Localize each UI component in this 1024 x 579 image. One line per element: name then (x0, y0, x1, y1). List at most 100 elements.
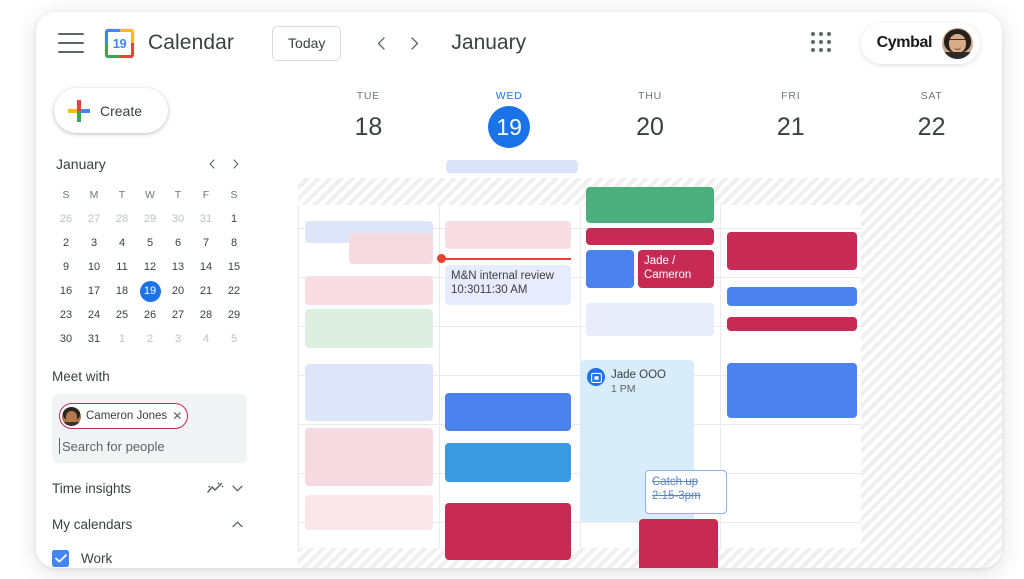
mini-calendar-day[interactable]: 4 (108, 231, 136, 255)
event-block[interactable] (727, 363, 857, 418)
event-block[interactable] (727, 317, 857, 331)
day-number[interactable]: 22 (911, 106, 953, 148)
mini-calendar-day[interactable]: 28 (108, 207, 136, 231)
mini-calendar-day[interactable]: 15 (220, 255, 248, 279)
event-block[interactable] (445, 443, 571, 482)
hamburger-menu-icon[interactable] (58, 33, 84, 53)
time-insights-row[interactable]: Time insights (52, 471, 248, 507)
mini-calendar-day[interactable]: 20 (164, 279, 192, 303)
mini-calendar-prev-button[interactable] (200, 153, 224, 175)
mini-calendar-day[interactable]: 2 (136, 327, 164, 351)
mini-calendar-day[interactable]: 1 (220, 207, 248, 231)
mini-calendar-day[interactable]: 22 (220, 279, 248, 303)
person-chip-cameron-jones[interactable]: Cameron Jones ✕ (59, 403, 189, 429)
event-block[interactable] (305, 309, 433, 348)
day-header-sat[interactable]: SAT 22 (861, 74, 1002, 158)
chevron-down-icon[interactable] (226, 478, 248, 500)
day-number[interactable]: 21 (770, 106, 812, 148)
mini-calendar-day[interactable]: 11 (108, 255, 136, 279)
today-button[interactable]: Today (272, 25, 342, 61)
mini-calendar-day[interactable]: 6 (164, 231, 192, 255)
mini-calendar-day[interactable]: 30 (164, 207, 192, 231)
mini-calendar-day[interactable]: 21 (192, 279, 220, 303)
mini-calendar-day[interactable]: 3 (80, 231, 108, 255)
mini-calendar-day[interactable]: 19 (136, 279, 164, 303)
day-number[interactable]: 20 (629, 106, 671, 148)
event-title: Jade / Cameron (644, 255, 692, 281)
mini-calendar-day[interactable]: 5 (220, 327, 248, 351)
mini-calendar-day[interactable]: 16 (52, 279, 80, 303)
mini-calendar-day[interactable]: 1 (108, 327, 136, 351)
event-block[interactable] (586, 250, 634, 288)
mini-calendar-day[interactable]: 14 (192, 255, 220, 279)
my-calendars-row[interactable]: My calendars (52, 507, 248, 543)
google-calendar-logo-icon: 19 (105, 28, 134, 58)
mini-calendar-day[interactable]: 9 (52, 255, 80, 279)
next-period-button[interactable] (401, 29, 429, 57)
event-mn-internal-review[interactable]: M&N internal review 10:3011:30 AM (445, 265, 571, 305)
mini-calendar-day[interactable]: 12 (136, 255, 164, 279)
event-block[interactable] (727, 232, 857, 270)
mini-calendar-today[interactable]: 19 (139, 280, 161, 302)
mini-calendar-day[interactable]: 28 (192, 303, 220, 327)
event-block[interactable] (586, 187, 714, 223)
close-icon[interactable]: ✕ (172, 410, 182, 422)
search-people-input[interactable]: Search for people (59, 437, 240, 455)
mini-calendar-day[interactable]: 31 (80, 327, 108, 351)
mini-calendar-day[interactable]: 27 (164, 303, 192, 327)
mini-calendar-day[interactable]: 5 (136, 231, 164, 255)
day-header-wed[interactable]: WED 19 (439, 74, 580, 158)
event-block[interactable] (305, 495, 433, 530)
mini-calendar-day[interactable]: 31 (192, 207, 220, 231)
all-day-event-wed[interactable] (446, 160, 578, 173)
event-block[interactable] (586, 228, 714, 245)
mini-calendar-day[interactable]: 7 (192, 231, 220, 255)
calendar-item-work[interactable]: Work (52, 543, 248, 569)
mini-calendar-day[interactable]: 4 (192, 327, 220, 351)
mini-calendar-day[interactable]: 26 (52, 207, 80, 231)
day-number[interactable]: 18 (347, 106, 389, 148)
mini-calendar-day[interactable]: 29 (136, 207, 164, 231)
mini-calendar-day[interactable]: 18 (108, 279, 136, 303)
mini-calendar-day[interactable]: 23 (52, 303, 80, 327)
event-block[interactable] (639, 519, 718, 568)
day-header-thu[interactable]: THU 20 (580, 74, 721, 158)
mini-calendar-dow-4: T (174, 189, 182, 201)
event-block[interactable] (305, 276, 433, 305)
event-block[interactable] (727, 287, 857, 306)
apps-grid-icon[interactable] (810, 32, 833, 54)
event-block[interactable] (349, 233, 433, 264)
event-title: M&N internal review (451, 270, 554, 282)
event-block[interactable] (305, 364, 433, 421)
mini-calendar-day[interactable]: 10 (80, 255, 108, 279)
mini-calendar-day[interactable]: 3 (164, 327, 192, 351)
mini-calendar-day[interactable]: 27 (80, 207, 108, 231)
create-button[interactable]: Create (54, 88, 168, 133)
mini-calendar-day[interactable]: 2 (52, 231, 80, 255)
event-catch-up[interactable]: Catch up 2:15-3pm (645, 470, 727, 514)
mini-calendar-day[interactable]: 13 (164, 255, 192, 279)
chevron-up-icon[interactable] (226, 514, 248, 536)
previous-period-button[interactable] (367, 29, 395, 57)
event-block[interactable] (305, 428, 433, 486)
mini-calendar-day[interactable]: 17 (80, 279, 108, 303)
day-header-fri[interactable]: FRI 21 (720, 74, 861, 158)
mini-calendar-day[interactable]: 8 (220, 231, 248, 255)
day-header-tue[interactable]: TUE 18 (298, 74, 439, 158)
mini-calendar-next-button[interactable] (224, 153, 248, 175)
event-block[interactable] (445, 393, 571, 431)
event-block[interactable] (445, 221, 571, 249)
event-jade-cameron[interactable]: Jade / Cameron (638, 250, 714, 288)
mini-calendar-day[interactable]: 25 (108, 303, 136, 327)
mini-calendar-day[interactable]: 30 (52, 327, 80, 351)
mini-calendar-day[interactable]: 29 (220, 303, 248, 327)
checkbox-work[interactable] (52, 549, 69, 567)
mini-calendar-header: January (52, 153, 248, 175)
mini-calendar-day[interactable]: 24 (80, 303, 108, 327)
day-number[interactable]: 19 (488, 106, 531, 148)
avatar[interactable] (942, 27, 973, 59)
event-block[interactable] (445, 503, 571, 560)
brand-account-pill[interactable]: Cymbal (860, 22, 980, 64)
event-block[interactable] (586, 303, 714, 336)
mini-calendar-day[interactable]: 26 (136, 303, 164, 327)
